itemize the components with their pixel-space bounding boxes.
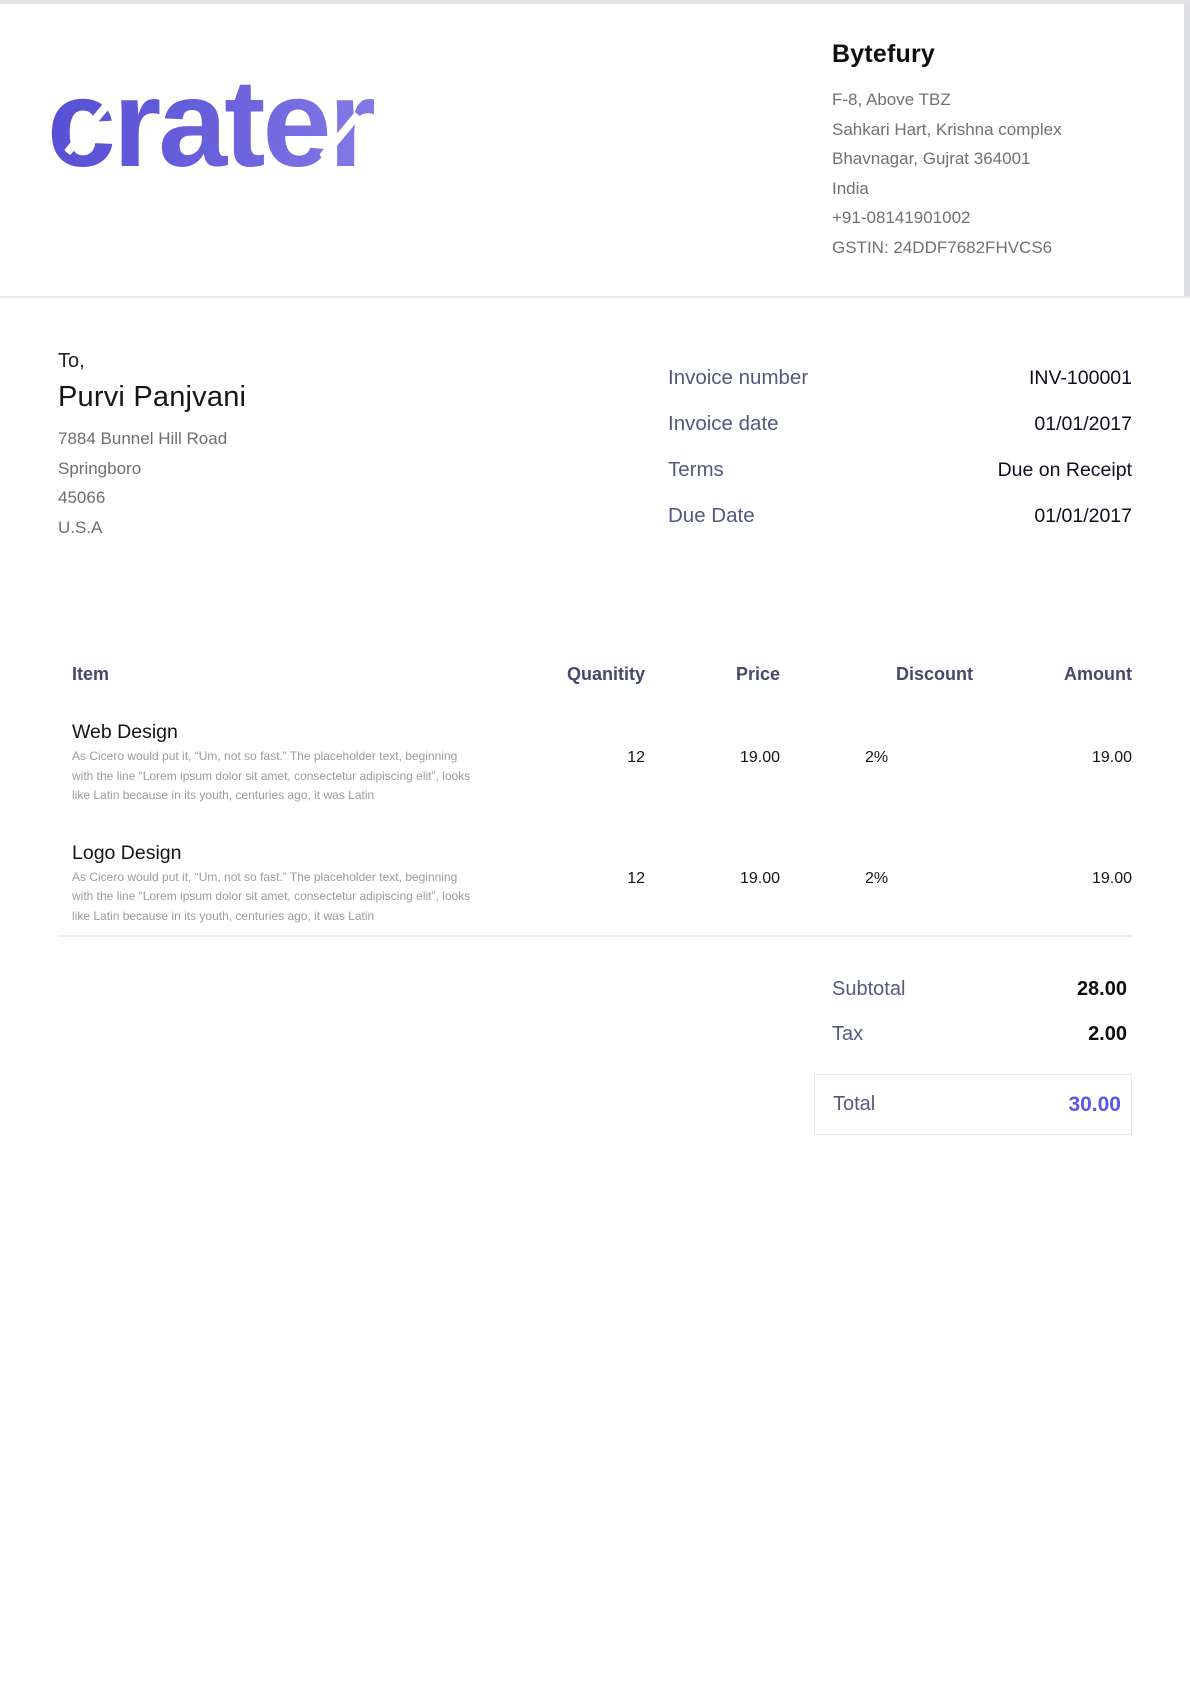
- invoice-header: crater Bytefury F-8, Above TBZ Sahkari H…: [0, 0, 1190, 298]
- company-info: Bytefury F-8, Above TBZ Sahkari Hart, Kr…: [832, 40, 1132, 296]
- tax-row: Tax 2.00: [814, 1019, 1132, 1049]
- column-header-price: Price: [645, 664, 780, 685]
- item-quantity: 12: [492, 718, 645, 806]
- meta-row-due-date: Due Date 01/01/2017: [668, 500, 1132, 532]
- customer-address-line-4: U.S.A: [58, 513, 478, 543]
- item-description-line-3: like Latin because in its youth, centuri…: [72, 786, 524, 806]
- company-address-line-3: Bhavnagar, Gujrat 364001: [832, 144, 1132, 174]
- customer-address-line-1: 7884 Bunnel Hill Road: [58, 424, 478, 454]
- viewport-top-edge: [0, 0, 1190, 4]
- terms-label: Terms: [668, 454, 724, 485]
- column-header-discount: Discount: [780, 664, 973, 685]
- item-row-web-design: Web Design As Cicero would put it, “Um, …: [58, 718, 1132, 806]
- meta-row-invoice-date: Invoice date 01/01/2017: [668, 408, 1132, 440]
- item-discount: 2%: [780, 718, 973, 806]
- invoice-page: crater Bytefury F-8, Above TBZ Sahkari H…: [0, 0, 1190, 1684]
- subtotal-value: 28.00: [1077, 974, 1127, 1004]
- meta-row-terms: Terms Due on Receipt: [668, 454, 1132, 486]
- item-cell: Logo Design As Cicero would put it, “Um,…: [58, 839, 492, 927]
- item-description-line-2: with the line “Lorem ipsum dolor sit ame…: [72, 887, 524, 907]
- subtotal-row: Subtotal 28.00: [814, 974, 1132, 1004]
- bill-to-block: To, Purvi Panjvani 7884 Bunnel Hill Road…: [58, 346, 478, 546]
- company-address-line-1: F-8, Above TBZ: [832, 85, 1132, 115]
- customer-address-line-2: Springboro: [58, 454, 478, 484]
- invoice-number-value: INV-100001: [1029, 363, 1132, 394]
- items-table: Item Quanitity Price Discount Amount Web…: [0, 664, 1190, 937]
- item-description-line-1: As Cicero would put it, “Um, not so fast…: [72, 747, 524, 767]
- company-phone: +91-08141901002: [832, 203, 1132, 233]
- item-description: As Cicero would put it, “Um, not so fast…: [72, 868, 524, 927]
- tax-value: 2.00: [1088, 1019, 1127, 1049]
- total-label: Total: [833, 1093, 875, 1116]
- item-name: Logo Design: [72, 839, 492, 867]
- total-value: 30.00: [1068, 1093, 1121, 1117]
- item-description-line-2: with the line “Lorem ipsum dolor sit ame…: [72, 767, 524, 787]
- item-row-logo-design: Logo Design As Cicero would put it, “Um,…: [58, 839, 1132, 927]
- total-box: Total 30.00: [814, 1074, 1132, 1135]
- item-description: As Cicero would put it, “Um, not so fast…: [72, 747, 524, 806]
- company-address-line-4: India: [832, 174, 1132, 204]
- terms-value: Due on Receipt: [998, 455, 1132, 486]
- customer-address-line-3: 45066: [58, 483, 478, 513]
- item-amount: 19.00: [973, 839, 1132, 927]
- item-description-line-1: As Cicero would put it, “Um, not so fast…: [72, 868, 524, 888]
- invoice-date-value: 01/01/2017: [1034, 409, 1132, 440]
- billing-and-meta-section: To, Purvi Panjvani 7884 Bunnel Hill Road…: [0, 346, 1190, 546]
- item-discount: 2%: [780, 839, 973, 927]
- item-description-line-3: like Latin because in its youth, centuri…: [72, 907, 524, 927]
- column-header-item: Item: [58, 664, 492, 685]
- bill-to-label: To,: [58, 346, 478, 376]
- invoice-number-label: Invoice number: [668, 362, 808, 393]
- invoice-date-label: Invoice date: [668, 408, 779, 439]
- item-name: Web Design: [72, 718, 492, 746]
- customer-name: Purvi Panjvani: [58, 381, 478, 414]
- company-name: Bytefury: [832, 40, 1132, 69]
- scrollbar-thumb[interactable]: [1184, 4, 1190, 296]
- due-date-value: 01/01/2017: [1034, 501, 1132, 532]
- subtotal-label: Subtotal: [832, 974, 905, 1004]
- due-date-label: Due Date: [668, 500, 755, 531]
- totals-section: Subtotal 28.00 Tax 2.00 Total 30.00: [814, 974, 1132, 1135]
- item-cell: Web Design As Cicero would put it, “Um, …: [58, 718, 492, 806]
- meta-row-invoice-number: Invoice number INV-100001: [668, 362, 1132, 394]
- item-amount: 19.00: [973, 718, 1132, 806]
- item-price: 19.00: [645, 839, 780, 927]
- company-gstin: GSTIN: 24DDF7682FHVCS6: [832, 233, 1132, 263]
- column-header-quantity: Quanitity: [492, 664, 645, 685]
- items-bottom-divider: [58, 935, 1132, 937]
- column-header-amount: Amount: [973, 664, 1132, 685]
- item-quantity: 12: [492, 839, 645, 927]
- company-address-line-2: Sahkari Hart, Krishna complex: [832, 115, 1132, 145]
- item-price: 19.00: [645, 718, 780, 806]
- invoice-meta-block: Invoice number INV-100001 Invoice date 0…: [668, 362, 1132, 546]
- tax-label: Tax: [832, 1019, 863, 1049]
- crater-logo: crater: [47, 64, 374, 194]
- items-table-header-row: Item Quanitity Price Discount Amount: [58, 664, 1132, 685]
